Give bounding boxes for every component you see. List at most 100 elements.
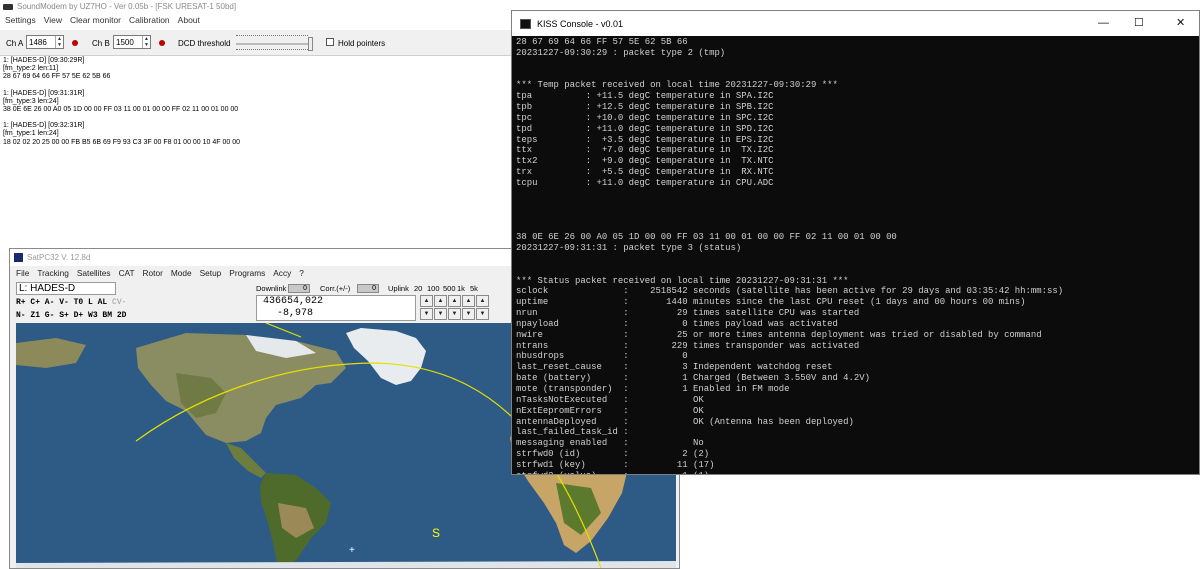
log-entry: 1: [HADES-D] [09:32:31R] [fm_type:1 len:…	[3, 122, 515, 147]
soundmodem-app-icon	[3, 3, 13, 10]
spinner-arrows-icon[interactable]: ▲ ▼	[55, 36, 63, 48]
menu-view[interactable]: View	[44, 15, 62, 27]
log-entry: 1: [HADES-D] [09:31:31R] [fm_type:3 len:…	[3, 90, 515, 115]
menu-satellites[interactable]: Satellites	[77, 268, 111, 280]
console-line: ttx : +7.0 degC temperature in TX.I2C	[516, 145, 774, 156]
console-line: trx : +5.5 degC temperature in RX.NTC	[516, 167, 774, 178]
downlink-label: Downlink	[256, 284, 287, 293]
step-100[interactable]: 100	[427, 284, 440, 293]
tune-down-icon[interactable]: ▼	[476, 308, 489, 320]
log-frame-type: [fm_type:2 len:11]	[3, 65, 59, 73]
log-entry: 1: [HADES-D] [09:30:29R] [fm_type:2 len:…	[3, 57, 515, 82]
kiss-title: KISS Console - v0.01	[537, 18, 624, 29]
step-5k[interactable]: 5k	[470, 284, 478, 293]
frequency-main: 436654,022	[263, 296, 324, 307]
maximize-icon[interactable]: ☐	[1134, 17, 1144, 29]
console-line: sclock : 2518542 seconds (satellite has …	[516, 286, 1064, 297]
hold-pointers-checkbox[interactable]	[326, 38, 334, 46]
console-line: 28 67 69 64 66 FF 57 5E 62 5B 66	[516, 37, 688, 47]
menu-about[interactable]: About	[178, 15, 200, 27]
kiss-title-bar: KISS Console - v0.01 — ☐ ✕	[512, 11, 1199, 36]
menu-accy[interactable]: Accy	[273, 268, 291, 280]
tune-up-icon[interactable]: ▲	[476, 295, 489, 307]
console-line: messaging enabled : No	[516, 438, 704, 449]
menu-mode[interactable]: Mode	[171, 268, 192, 280]
ch-b-spinner[interactable]: 1500 ▲ ▼	[113, 35, 151, 49]
minimize-icon[interactable]: —	[1098, 17, 1109, 29]
step-20[interactable]: 20	[414, 284, 422, 293]
menu-calibration[interactable]: Calibration	[129, 15, 170, 27]
ch-a-label: Ch A	[6, 39, 24, 48]
spinner-arrows-icon[interactable]: ▲ ▼	[142, 36, 150, 48]
console-line: last_reset_cause : 3 Independent watchdo…	[516, 362, 833, 373]
log-frame-type: [fm_type:3 len:24]	[3, 97, 59, 105]
console-line: ttx2 : +9.0 degC temperature in TX.NTC	[516, 156, 774, 167]
menu-programs[interactable]: Programs	[229, 268, 265, 280]
hold-pointers-label: Hold pointers	[338, 39, 386, 48]
corr-value[interactable]: 0	[357, 284, 379, 293]
log-header: 1: [HADES-D] [09:30:29R]	[3, 57, 85, 64]
satpc32-app-icon	[14, 253, 23, 262]
console-line: tpd : +11.0 degC temperature in SPD.I2C	[516, 123, 774, 134]
console-line: nrun : 29 times satellite CPU was starte…	[516, 308, 860, 319]
console-line: *** Temp packet received on local time 2…	[516, 80, 838, 91]
console-line: nbusdrops : 0	[516, 351, 688, 362]
step-500[interactable]: 500	[443, 284, 456, 293]
menu-file[interactable]: File	[16, 268, 29, 280]
menu-clear-monitor[interactable]: Clear monitor	[70, 15, 121, 27]
log-header: 1: [HADES-D] [09:32:31R]	[3, 122, 85, 130]
observer-marker-icon: +	[349, 545, 355, 556]
kiss-console-text: 28 67 69 64 66 FF 57 5E 62 5B 66 2023122…	[516, 37, 1195, 474]
console-line: bate (battery) : 1 Charged (Between 3.55…	[516, 373, 870, 384]
slider-ticks	[236, 35, 308, 38]
close-icon[interactable]: ✕	[1176, 17, 1185, 29]
console-line: 20231227-09:31:31 : packet type 3 (statu…	[516, 243, 742, 254]
menu-settings[interactable]: Settings	[5, 15, 36, 27]
console-line: strfwd2 (value) : 1 (1)	[516, 471, 709, 474]
kiss-scrollbar[interactable]	[1189, 36, 1199, 474]
console-line: tpc : +10.0 degC temperature in SPC.I2C	[516, 112, 774, 123]
ch-a-spinner[interactable]: 1486 ▲ ▼	[26, 35, 64, 49]
menu-help[interactable]: ?	[299, 268, 304, 280]
tune-down-icon[interactable]: ▼	[420, 308, 433, 320]
menu-rotor[interactable]: Rotor	[143, 268, 163, 280]
slider-thumb[interactable]	[308, 37, 313, 51]
ch-b-value: 1500	[116, 38, 134, 47]
frequency-display: 436654,022 -8,978	[256, 295, 416, 321]
tune-up-icon[interactable]: ▲	[448, 295, 461, 307]
tune-up-icon[interactable]: ▲	[434, 295, 447, 307]
console-line: antennaDeployed : OK (Antenna has been d…	[516, 416, 854, 427]
tune-down-icon[interactable]: ▼	[434, 308, 447, 320]
tune-down-icon[interactable]: ▼	[462, 308, 475, 320]
console-line: tpa : +11.5 degC temperature in SPA.I2C	[516, 91, 774, 102]
console-line: teps : +3.5 degC temperature in EPS.I2C	[516, 134, 774, 145]
log-bytes: 28 67 69 64 66 FF 57 5E 62 5B 66	[3, 73, 111, 81]
dcd-threshold-slider[interactable]	[236, 34, 318, 54]
ch-a-led-icon	[72, 40, 78, 46]
soundmodem-title: SoundModem by UZ7HO - Ver 0.05b - [FSK U…	[17, 2, 237, 11]
console-line: nTasksNotExecuted : OK	[516, 394, 704, 405]
console-line: uptime : 1440 minutes since the last CPU…	[516, 297, 1026, 308]
console-line: nwire : 25 or more times antenna deploym…	[516, 329, 1042, 340]
console-app-icon	[520, 18, 531, 29]
step-1k[interactable]: 1k	[457, 284, 465, 293]
tune-up-icon[interactable]: ▲	[420, 295, 433, 307]
uplink-label: Uplink	[388, 284, 409, 293]
console-line: npayload : 0 times payload was activated	[516, 318, 838, 329]
status-flags-row-1: R+ C+ A- V- T0 L AL CV-	[16, 297, 132, 309]
corr-label: Corr.(+/-)	[320, 284, 351, 293]
menu-tracking[interactable]: Tracking	[37, 268, 69, 280]
console-line: 38 0E 6E 26 00 A0 05 1D 00 00 FF 03 11 0…	[516, 232, 897, 243]
satellite-name[interactable]: L: HADES-D	[16, 282, 116, 295]
soundmodem-monitor-log: 1: [HADES-D] [09:30:29R] [fm_type:2 len:…	[0, 57, 515, 155]
console-line: tcpu : +11.0 degC temperature in CPU.ADC	[516, 177, 774, 188]
console-line: strfwd0 (id) : 2 (2)	[516, 449, 710, 460]
downlink-value[interactable]: 0	[288, 284, 310, 293]
console-line: mote (transponder) : 1 Enabled in FM mod…	[516, 384, 790, 394]
menu-cat[interactable]: CAT	[119, 268, 135, 280]
tune-up-icon[interactable]: ▲	[462, 295, 475, 307]
menu-setup[interactable]: Setup	[200, 268, 222, 280]
tune-down-icon[interactable]: ▼	[448, 308, 461, 320]
slider-track	[236, 43, 308, 45]
log-frame-type: [fm_type:1 len:24]	[3, 130, 59, 138]
